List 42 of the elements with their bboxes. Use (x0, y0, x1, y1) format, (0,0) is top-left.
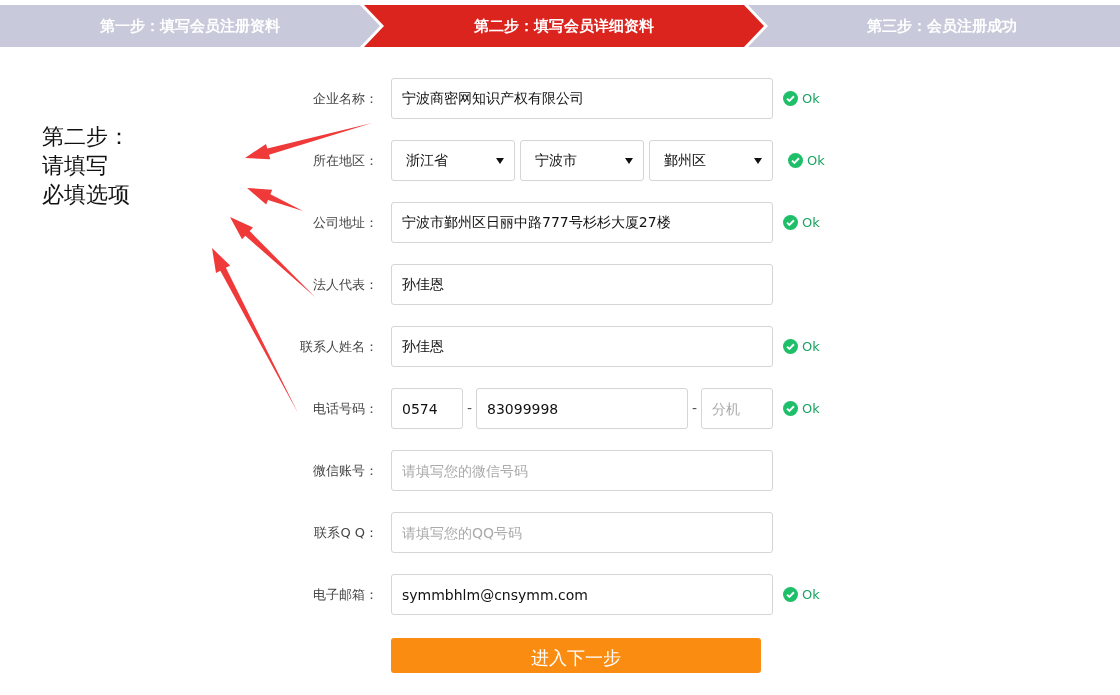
caret-icon (754, 156, 762, 165)
status-text: Ok (802, 399, 820, 418)
phone-number-field[interactable]: 83099998 (476, 388, 688, 429)
input-field[interactable]: 孙佳恩 (391, 326, 773, 367)
status-text: Ok (802, 337, 820, 356)
check-circle-icon (783, 587, 798, 602)
status-text: Ok (802, 89, 820, 108)
region-select[interactable]: 浙江省 (391, 140, 515, 181)
input-field[interactable]: symmbhlm@cnsymm.com (391, 574, 773, 615)
input-field[interactable]: 孙佳恩 (391, 264, 773, 305)
annotation-text: 第二步： 请填写 必填选项 (42, 123, 130, 209)
region-select[interactable]: 鄞州区 (649, 140, 773, 181)
caret-icon (625, 156, 633, 165)
separator-text: - (690, 399, 699, 418)
field-label: 电话号码： (312, 399, 378, 418)
field-label: 联系人姓名： (299, 337, 378, 356)
field-label: 微信账号： (312, 461, 378, 480)
caret-icon (496, 156, 504, 165)
check-circle-icon (783, 91, 798, 106)
input-field[interactable]: 请填写您的QQ号码 (391, 512, 773, 553)
field-label: 法人代表： (312, 275, 378, 294)
input-field[interactable]: 请填写您的微信号码 (391, 450, 773, 491)
area-code-field[interactable]: 0574 (391, 388, 463, 429)
field-label: 电子邮箱： (312, 585, 378, 604)
check-circle-icon (788, 153, 803, 168)
field-label: 公司地址： (312, 213, 378, 232)
check-circle-icon (783, 215, 798, 230)
status-text: Ok (802, 213, 820, 232)
check-circle-icon (783, 339, 798, 354)
input-field[interactable]: 宁波市鄞州区日丽中路777号杉杉大厦27楼 (391, 202, 773, 243)
region-select[interactable]: 宁波市 (520, 140, 644, 181)
annotation-arrow (247, 188, 303, 211)
check-circle-icon (783, 401, 798, 416)
extension-field[interactable]: 分机 (701, 388, 773, 429)
field-label: 联系Q Q： (313, 523, 378, 542)
separator-text: - (465, 399, 474, 418)
input-field[interactable]: 宁波商密网知识产权有限公司 (391, 78, 773, 119)
step-tab[interactable]: 第二步：填写会员详细资料 (364, 5, 764, 47)
field-label: 所在地区： (312, 151, 378, 170)
field-label: 企业名称： (312, 89, 378, 108)
status-text: Ok (802, 585, 820, 604)
status-text: Ok (807, 151, 825, 170)
